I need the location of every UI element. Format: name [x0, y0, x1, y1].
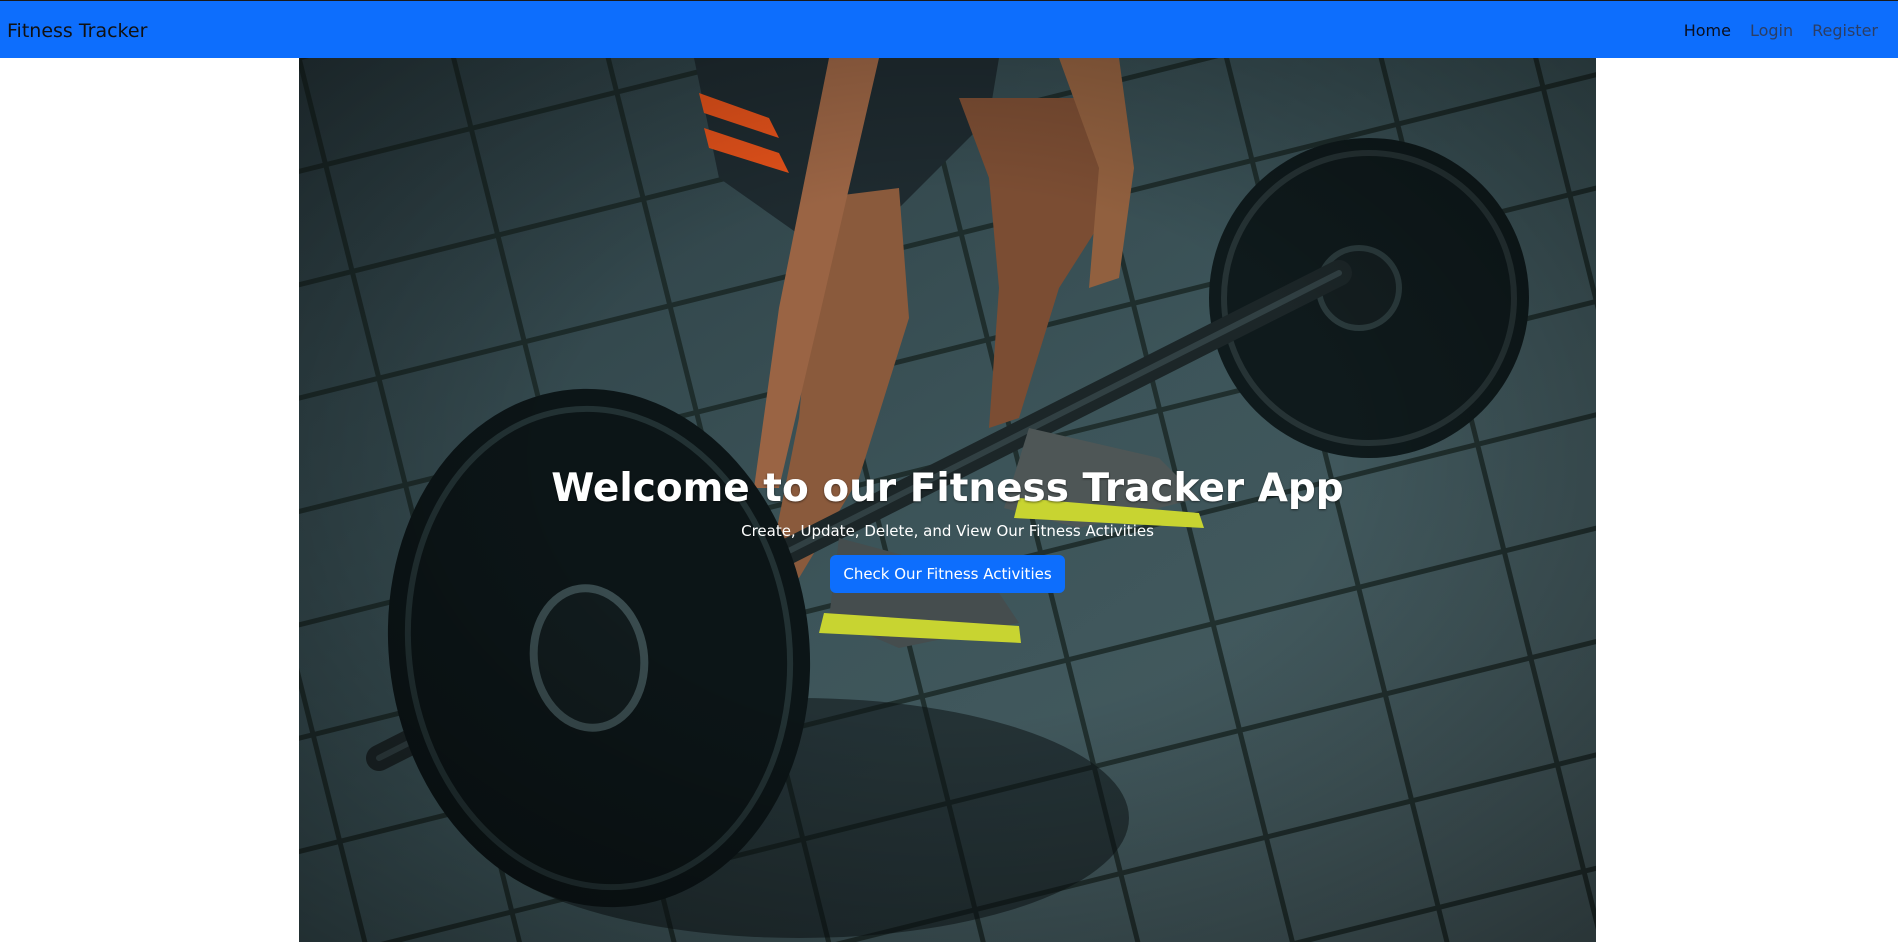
navbar-brand[interactable]: Fitness Tracker: [7, 19, 147, 43]
nav-link-home[interactable]: Home: [1684, 20, 1731, 42]
nav-link-login[interactable]: Login: [1750, 20, 1793, 42]
nav-link-register[interactable]: Register: [1812, 20, 1878, 42]
nav-links: Home Login Register: [1684, 20, 1878, 42]
hero-subtitle: Create, Update, Delete, and View Our Fit…: [741, 522, 1154, 540]
hero-section: Welcome to our Fitness Tracker App Creat…: [299, 58, 1596, 942]
top-navbar: Fitness Tracker Home Login Register: [0, 0, 1898, 58]
check-activities-button[interactable]: Check Our Fitness Activities: [830, 555, 1065, 593]
hero-title: Welcome to our Fitness Tracker App: [551, 466, 1344, 511]
hero-content: Welcome to our Fitness Tracker App Creat…: [299, 463, 1596, 593]
